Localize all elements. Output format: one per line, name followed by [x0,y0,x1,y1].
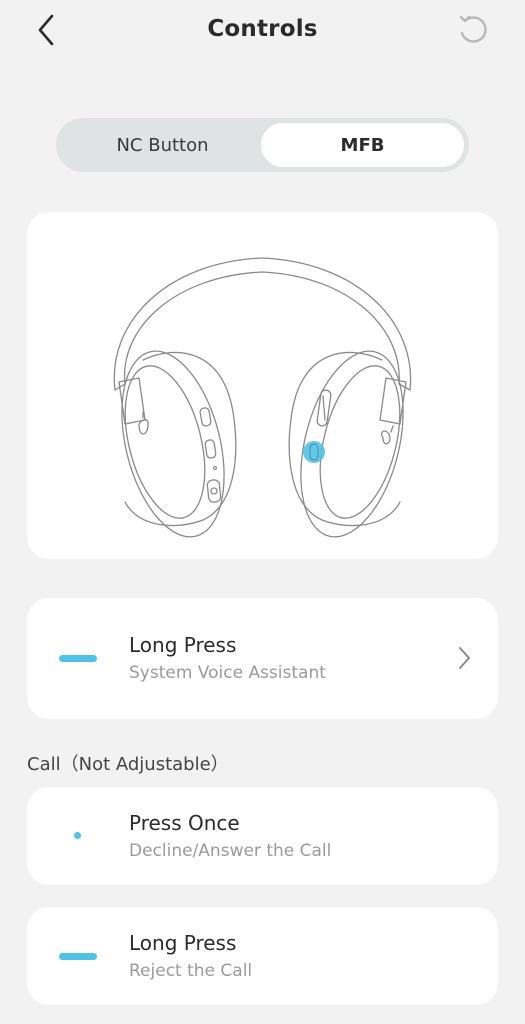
call-section-label: Call（Not Adjustable） [27,754,229,775]
long-press-dash-icon [59,953,97,960]
button-selector: NC Button MFB [56,118,469,172]
single-press-dot-icon [74,832,81,839]
reset-button[interactable] [455,12,491,48]
row-subtitle: Reject the Call [129,961,253,981]
long-press-call-row: Long Press Reject the Call [27,907,498,1005]
row-title: Long Press [129,633,237,657]
long-press-setting-row[interactable]: Long Press System Voice Assistant [27,598,498,719]
tab-nc-button[interactable]: NC Button [61,123,264,167]
headphones-illustration-card [27,212,498,559]
press-once-call-row: Press Once Decline/Answer the Call [27,787,498,885]
headphones-illustration [113,257,412,538]
tab-mfb[interactable]: MFB [261,123,464,167]
row-title: Press Once [129,811,240,835]
long-press-dash-icon [59,655,97,662]
reset-icon [459,15,487,43]
header: Controls [0,0,525,64]
row-subtitle: Decline/Answer the Call [129,841,332,861]
row-subtitle: System Voice Assistant [129,663,326,683]
chevron-right-icon [459,647,470,669]
page-title: Controls [207,16,318,42]
row-title: Long Press [129,931,237,955]
